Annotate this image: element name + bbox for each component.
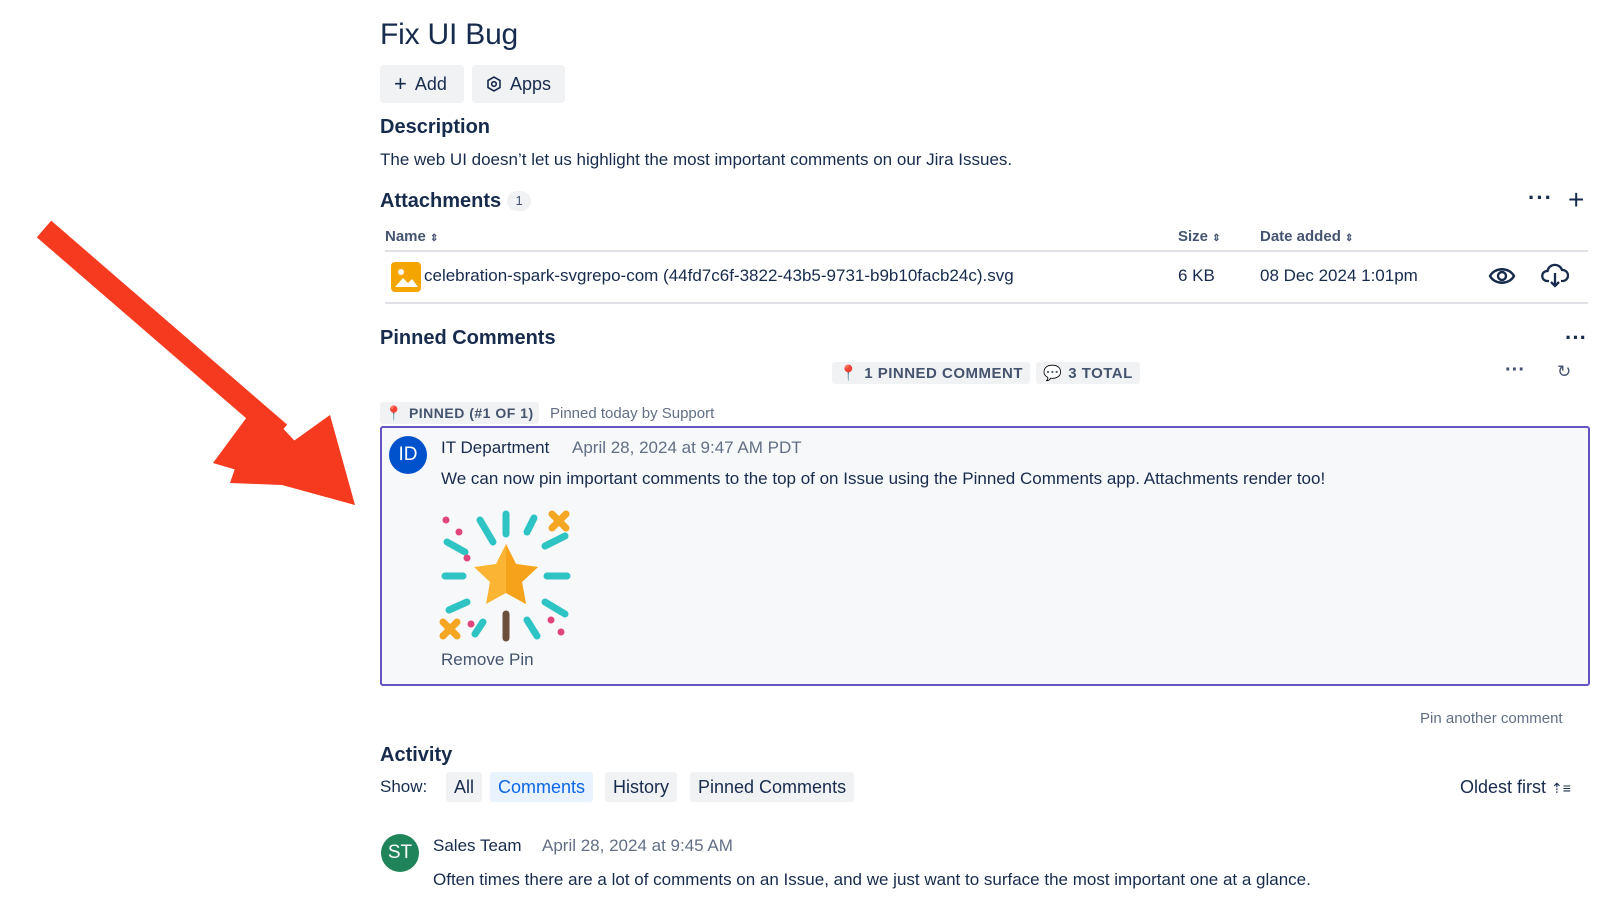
remove-pin-link[interactable]: Remove Pin (441, 650, 534, 670)
total-count-badge: 💬 3 TOTAL (1036, 362, 1140, 384)
filter-all[interactable]: All (446, 772, 483, 802)
table-header-divider (385, 250, 1588, 252)
avatar: ST (381, 834, 419, 872)
filter-history[interactable]: History (605, 772, 678, 802)
filter-pinned-comments[interactable]: Pinned Comments (690, 772, 855, 802)
attachments-more-icon[interactable]: ··· (1528, 187, 1553, 209)
celebration-spark-icon (439, 510, 571, 642)
activity-heading: Activity (380, 744, 453, 766)
comment-author: Sales Team (433, 836, 522, 855)
image-file-icon (391, 262, 421, 292)
pin-another-comment-link[interactable]: Pin another comment (1420, 710, 1563, 727)
comment-author: IT Department (441, 438, 550, 457)
column-header-date[interactable]: Date added ⇕ (1260, 228, 1353, 245)
pinned-more-icon[interactable]: ··· (1565, 327, 1587, 349)
pin-icon: 📍 (839, 365, 859, 382)
description-heading: Description (380, 116, 491, 138)
column-header-size[interactable]: Size ⇕ (1178, 228, 1221, 245)
plus-icon: + (394, 71, 407, 96)
pinned-comments-heading: Pinned Comments (380, 327, 556, 349)
attachment-date: 08 Dec 2024 1:01pm (1260, 266, 1418, 285)
show-label: Show: (380, 777, 428, 796)
apps-button[interactable]: Apps (472, 65, 565, 103)
comment-timestamp: April 28, 2024 at 9:45 AM (542, 836, 733, 855)
table-row[interactable]: celebration-spark-svgrepo-com (44fd7c6f-… (385, 258, 1588, 300)
attachment-size: 6 KB (1178, 266, 1215, 285)
pin-icon: 📍 (385, 404, 403, 421)
avatar: ID (389, 436, 427, 474)
attachments-add-icon[interactable]: + (1568, 186, 1584, 214)
add-button[interactable]: + Add (380, 65, 464, 103)
refresh-icon[interactable]: ↻ (1557, 362, 1571, 382)
issue-title: Fix UI Bug (380, 18, 519, 51)
cloud-download-icon[interactable] (1541, 262, 1569, 290)
filter-comments[interactable]: Comments (490, 772, 594, 802)
sort-order-button[interactable]: Oldest first ⇡≡ (1460, 777, 1571, 798)
comment-timestamp: April 28, 2024 at 9:47 AM PDT (572, 438, 802, 457)
attachments-count-badge: 1 (507, 191, 532, 211)
pin-meta: Pinned today by Support (550, 405, 715, 422)
apps-label: Apps (509, 73, 551, 94)
red-arrow (36, 220, 355, 505)
comment-bubble-icon: 💬 (1043, 365, 1063, 382)
comment-text: Often times there are a lot of comments … (433, 870, 1311, 889)
attachments-heading: Attachments 1 (380, 190, 532, 213)
eye-icon[interactable] (1488, 265, 1516, 287)
attachment-name[interactable]: celebration-spark-svgrepo-com (44fd7c6f-… (424, 266, 1014, 286)
sort-icon: ⇡≡ (1551, 780, 1571, 796)
pinned-comment-card: ID IT Department April 28, 2024 at 9:47 … (380, 426, 1590, 686)
table-bottom-divider (385, 302, 1588, 304)
description-text: The web UI doesn’t let us highlight the … (380, 150, 1013, 169)
apps-icon (487, 76, 501, 92)
column-header-name[interactable]: Name ⇕ (385, 228, 438, 245)
sort-label: Oldest first (1460, 777, 1547, 797)
add-label: Add (414, 73, 447, 94)
pinned-lozenge: 📍 PINNED (#1 OF 1) (380, 402, 539, 424)
pinned-count-badge: 📍 1 PINNED COMMENT (832, 362, 1031, 384)
pinned-options-icon[interactable]: ··· (1505, 360, 1525, 380)
comment-text: We can now pin important comments to the… (441, 469, 1326, 488)
attachments-title: Attachments (380, 190, 502, 212)
